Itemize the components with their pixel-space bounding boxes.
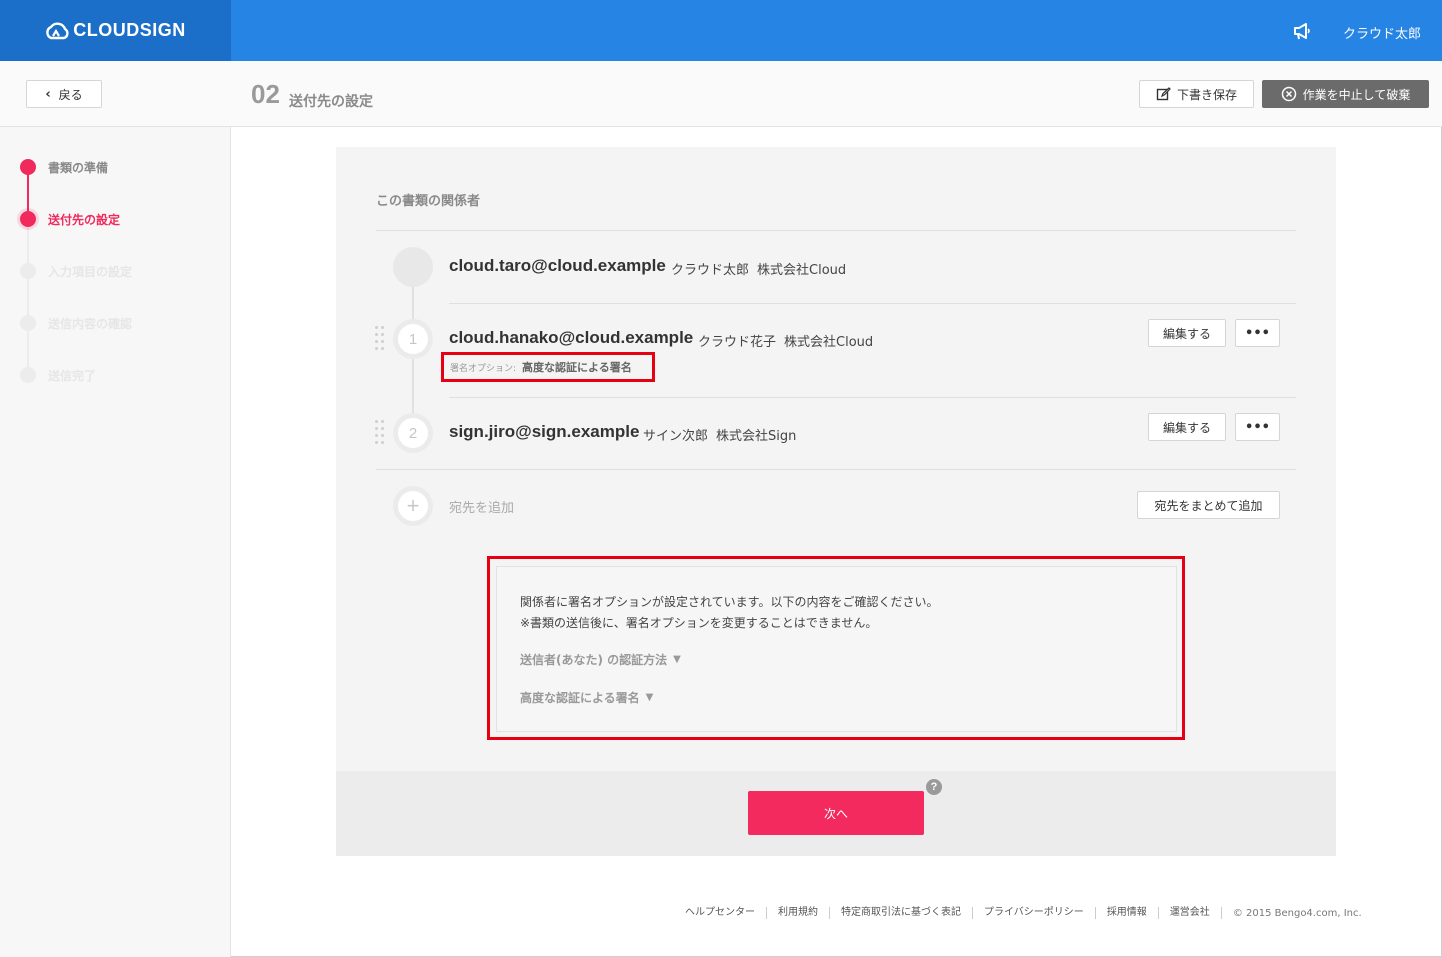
footer-link-help[interactable]: ヘルプセンター — [674, 907, 767, 919]
top-header: CLOUDSIGN クラウド太郎 — [0, 0, 1442, 61]
recipient-order-badge: 2 — [393, 413, 433, 453]
megaphone-icon[interactable] — [1292, 21, 1314, 41]
sender-auth-toggle[interactable]: 送信者(あなた) の認証方法 ▼ — [520, 651, 681, 668]
chevron-down-icon: ▼ — [673, 654, 681, 665]
close-circle-icon — [1281, 86, 1296, 102]
step-label: 送信完了 — [48, 368, 97, 383]
more-options-button[interactable]: ••• — [1235, 319, 1280, 347]
recipient-name: サイン次郎 — [643, 429, 709, 444]
notice-warning: ※書類の送信後に、署名オプションを変更することはできません。 — [520, 616, 878, 630]
sender-company: 株式会社Cloud — [757, 263, 847, 278]
divider — [449, 397, 1296, 398]
toggle-label: 高度な認証による署名 — [520, 691, 640, 705]
footer-link-careers[interactable]: 採用情報 — [1096, 907, 1159, 919]
page-footer: ヘルプセンター 利用規約 特定商取引法に基づく表記 プライバシーポリシー 採用情… — [674, 906, 1362, 920]
recipient-company: 株式会社Sign — [716, 429, 797, 444]
sender-avatar — [393, 247, 433, 287]
step-dot — [20, 263, 36, 279]
chevron-down-icon: ▼ — [645, 692, 654, 703]
more-options-button[interactable]: ••• — [1235, 413, 1280, 441]
abort-label: 作業を中止して破棄 — [1302, 87, 1411, 102]
cloud-logo-icon — [46, 22, 69, 39]
sub-header: ‹ 戻る 02 送付先の設定 下書き保存 作業を中止して破棄 — [0, 61, 1442, 127]
edit-recipient-button[interactable]: 編集する — [1148, 413, 1226, 441]
progress-step-recipients: 送付先の設定 — [20, 211, 120, 227]
next-button[interactable]: 次へ — [748, 791, 924, 835]
progress-line-pending — [27, 220, 29, 376]
step-label: 入力項目の設定 — [48, 264, 133, 279]
drag-handle-icon[interactable] — [375, 326, 385, 352]
progress-step-fields: 入力項目の設定 — [20, 263, 132, 279]
signature-option-value: 高度な認証による署名 — [522, 361, 632, 374]
add-recipient-label[interactable]: 宛先を追加 — [449, 497, 514, 516]
help-icon[interactable]: ? — [926, 779, 942, 795]
toggle-label: 送信者(あなた) の認証方法 — [520, 653, 668, 667]
sender-email: cloud.taro@cloud.example — [449, 256, 666, 275]
recipient-order-number: 2 — [398, 418, 428, 448]
page-title: 送付先の設定 — [289, 94, 373, 110]
divider — [449, 303, 1296, 304]
step-label: 送信内容の確認 — [48, 316, 133, 331]
step-label: 送付先の設定 — [48, 212, 121, 227]
notice-text: 関係者に署名オプションが設定されています。以下の内容をご確認ください。 — [520, 595, 939, 609]
progress-step-prepare[interactable]: 書類の準備 — [20, 159, 108, 175]
divider — [376, 469, 1296, 470]
edit-icon — [1156, 86, 1171, 100]
footer-link-commercial[interactable]: 特定商取引法に基づく表記 — [830, 907, 973, 919]
back-label: 戻る — [58, 87, 83, 102]
sender-name: クラウド太郎 — [671, 263, 750, 278]
progress-step-complete: 送信完了 — [20, 367, 96, 383]
step-dot — [20, 211, 36, 227]
logo[interactable]: CLOUDSIGN — [0, 0, 231, 61]
plus-icon: + — [398, 491, 428, 521]
recipient-email: cloud.hanako@cloud.example — [449, 328, 694, 347]
recipient-email: sign.jiro@sign.example — [449, 422, 640, 441]
advanced-signature-toggle[interactable]: 高度な認証による署名 ▼ — [520, 689, 653, 706]
recipient-company: 株式会社Cloud — [784, 335, 874, 350]
abort-button[interactable]: 作業を中止して破棄 — [1262, 80, 1429, 108]
step-label: 書類の準備 — [48, 160, 109, 175]
copyright: © 2015 Bengo4.com, Inc. — [1232, 907, 1362, 919]
recipient-name: クラウド花子 — [698, 335, 777, 350]
signature-option-key: 署名オプション: — [450, 363, 517, 374]
drag-handle-icon[interactable] — [375, 420, 385, 446]
chevron-left-icon: ‹ — [45, 86, 51, 102]
save-draft-button[interactable]: 下書き保存 — [1139, 80, 1254, 108]
back-button[interactable]: ‹ 戻る — [26, 80, 102, 108]
recipient-order-number: 1 — [398, 324, 428, 354]
section-title: この書類の関係者 — [376, 194, 481, 209]
divider — [376, 230, 1296, 231]
add-recipient-button[interactable]: + — [393, 486, 433, 526]
footer-link-company[interactable]: 運営会社 — [1159, 907, 1222, 919]
logo-text: CLOUDSIGN — [73, 20, 186, 40]
progress-sidebar — [0, 127, 231, 957]
signature-option-highlight: 署名オプション: 高度な認証による署名 — [441, 352, 655, 382]
recipient-order-badge: 1 — [393, 319, 433, 359]
signature-option-notice — [496, 566, 1177, 732]
step-dot — [20, 159, 36, 175]
step-dot — [20, 315, 36, 331]
step-number: 02 — [251, 79, 280, 109]
bulk-add-button[interactable]: 宛先をまとめて追加 — [1137, 491, 1280, 519]
save-draft-label: 下書き保存 — [1176, 87, 1237, 102]
progress-step-confirm: 送信内容の確認 — [20, 315, 132, 331]
footer-link-terms[interactable]: 利用規約 — [767, 907, 830, 919]
step-dot — [20, 367, 36, 383]
edit-recipient-button[interactable]: 編集する — [1148, 319, 1226, 347]
footer-link-privacy[interactable]: プライバシーポリシー — [973, 907, 1096, 919]
user-menu[interactable]: クラウド太郎 — [1343, 23, 1421, 42]
